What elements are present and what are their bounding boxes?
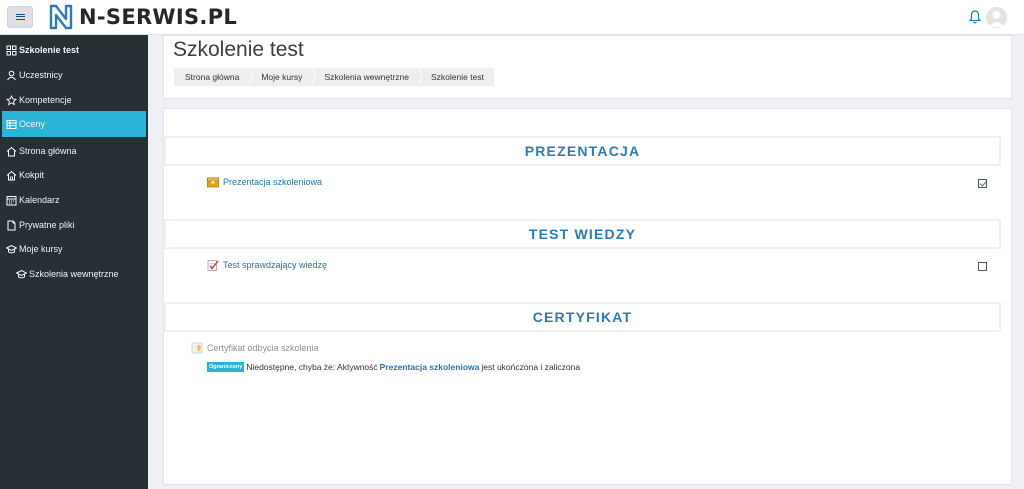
user-icon xyxy=(989,11,1004,27)
user-avatar[interactable] xyxy=(986,7,1007,28)
restriction-text-end: jest ukończona i zaliczona xyxy=(481,362,581,372)
completion-checkbox[interactable] xyxy=(978,262,987,271)
breadcrumb: Strona główna Moje kursy Szkolenia wewnę… xyxy=(174,68,494,86)
activity-presentation: Prezentacja szkoleniowa xyxy=(207,176,322,188)
sidebar-item-label: Oceny xyxy=(19,119,46,129)
activity-certificate: Certyfikat odbycia szkolenia xyxy=(191,342,319,354)
activity-link[interactable]: Prezentacja szkoleniowa xyxy=(223,177,322,187)
restriction-activity-link[interactable]: Prezentacja szkoleniowa xyxy=(380,362,480,372)
package-icon xyxy=(207,177,219,188)
grid-icon xyxy=(6,45,17,55)
sidebar-item-label: Moje kursy xyxy=(19,244,63,254)
sidebar-item-internal-trainings[interactable]: Szkolenia wewnętrzne xyxy=(0,262,148,286)
sidebar-item-home[interactable]: Strona główna xyxy=(0,139,148,163)
sidebar-item-calendar[interactable]: Kalendarz xyxy=(0,188,148,212)
sidebar-item-private-files[interactable]: Prywatne pliki xyxy=(0,213,148,237)
hamburger-icon xyxy=(15,14,25,20)
restriction-info: Ograniczony Niedostępne, chyba że: Aktyw… xyxy=(207,362,580,372)
sidebar-item-competencies[interactable]: Kompetencje xyxy=(0,88,148,112)
sidebar-item-course[interactable]: Szkolenie test xyxy=(0,38,148,62)
menu-toggle-button[interactable] xyxy=(7,6,33,28)
sidebar-item-grades[interactable]: Oceny xyxy=(2,111,146,137)
logo-icon xyxy=(49,4,73,30)
sidebar-item-label: Szkolenie test xyxy=(19,45,80,55)
notification-bell-icon[interactable] xyxy=(968,9,982,25)
restricted-badge: Ograniczony xyxy=(207,362,245,372)
completion-checkbox[interactable] xyxy=(978,179,987,188)
section-title: TEST WIEDZY xyxy=(164,219,1001,249)
certificate-icon xyxy=(191,342,203,354)
sidebar-item-participants[interactable]: Uczestnicy xyxy=(0,63,148,87)
section-title: PREZENTACJA xyxy=(164,136,1001,166)
calendar-icon xyxy=(6,195,17,205)
sidebar-item-label: Kalendarz xyxy=(19,195,60,205)
brand-name: N-SERWIS.PL xyxy=(79,5,238,29)
sidebar-item-dashboard[interactable]: Kokpit xyxy=(0,163,148,187)
breadcrumb-item[interactable]: Strona główna xyxy=(174,68,254,86)
breadcrumb-item[interactable]: Moje kursy xyxy=(249,68,317,86)
top-navbar: N-SERWIS.PL xyxy=(0,0,1024,35)
activity-name-dimmed: Certyfikat odbycia szkolenia xyxy=(207,343,319,353)
breadcrumb-item[interactable]: Szkolenia wewnętrzne xyxy=(312,68,423,86)
sidebar-item-label: Strona główna xyxy=(19,146,77,156)
dashboard-home-icon xyxy=(6,170,17,180)
activity-link[interactable]: Test sprawdzający wiedzę xyxy=(223,260,327,270)
site-logo[interactable]: N-SERWIS.PL xyxy=(47,2,237,32)
home-icon xyxy=(6,146,17,156)
sidebar-item-label: Kokpit xyxy=(19,170,45,180)
section-title: CERTYFIKAT xyxy=(164,302,1001,332)
sidebar-item-label: Uczestnicy xyxy=(19,70,63,80)
graduation-cap-icon xyxy=(6,244,17,253)
table-icon xyxy=(6,119,17,129)
restriction-text: Niedostępne, chyba że: Aktywność xyxy=(246,362,378,372)
sidebar-item-my-courses[interactable]: Moje kursy xyxy=(0,237,148,261)
sidebar: Szkolenie test Uczestnicy Kompetencje Oc… xyxy=(0,35,148,489)
sidebar-item-label: Prywatne pliki xyxy=(19,220,75,230)
users-icon xyxy=(7,70,16,80)
graduation-cap-icon xyxy=(16,269,27,278)
page-title: Szkolenie test xyxy=(173,38,304,61)
activity-quiz: Test sprawdzający wiedzę xyxy=(207,259,327,271)
quiz-icon xyxy=(207,260,219,271)
sidebar-item-label: Szkolenia wewnętrzne xyxy=(29,269,119,279)
file-icon xyxy=(7,220,16,230)
star-icon xyxy=(6,94,17,106)
breadcrumb-item[interactable]: Szkolenie test xyxy=(419,68,494,86)
sidebar-item-label: Kompetencje xyxy=(19,95,72,105)
